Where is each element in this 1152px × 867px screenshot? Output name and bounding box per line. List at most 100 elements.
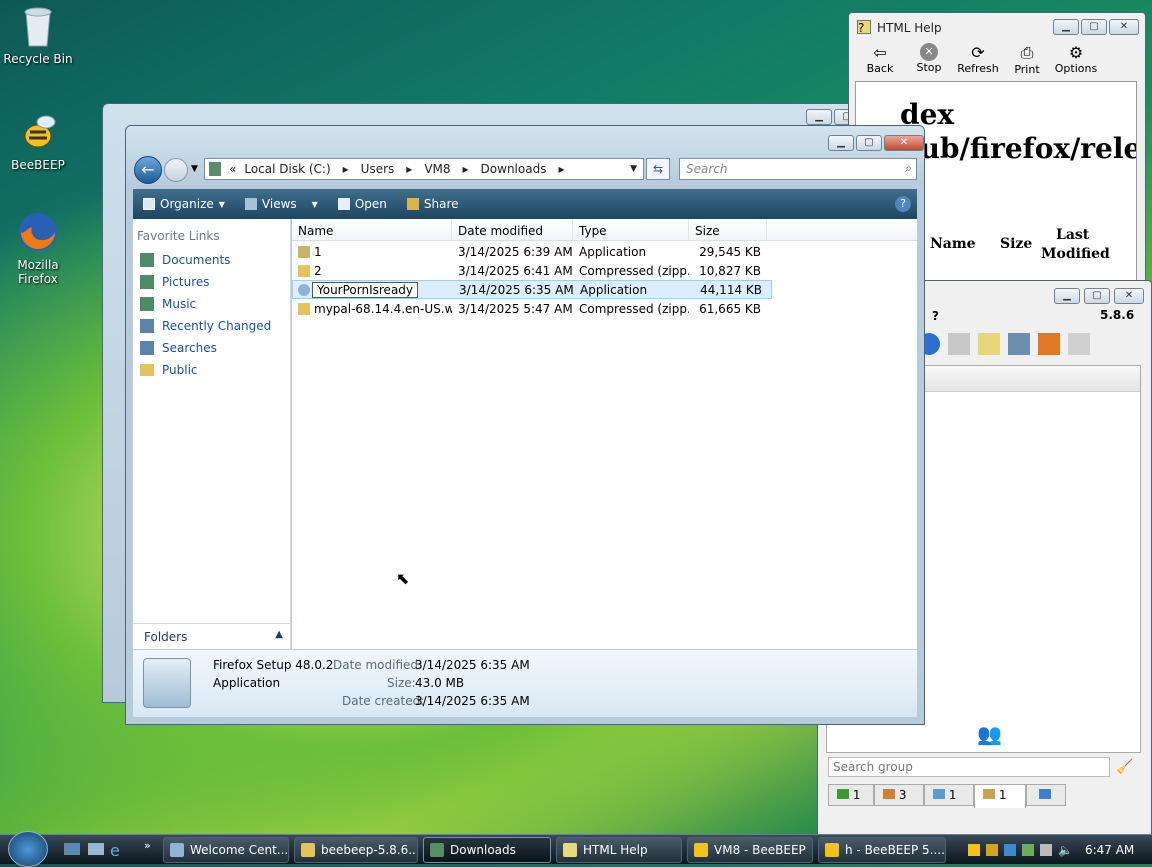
breadcrumb-separator-icon[interactable]: ▸: [406, 162, 412, 176]
close-button[interactable]: ✕: [1114, 288, 1144, 304]
address-bar[interactable]: « Local Disk (C:) ▸ Users ▸ VM8 ▸ Downloads…: [204, 158, 644, 180]
show-desktop-icon[interactable]: [64, 843, 80, 855]
nav-item-searches[interactable]: Searches: [133, 337, 290, 359]
forward-button[interactable]: [164, 158, 188, 182]
nav-item-pictures[interactable]: Pictures: [133, 271, 290, 293]
clock[interactable]: 6:47 AM: [1085, 843, 1134, 857]
tab-groups[interactable]: 1: [974, 784, 1026, 808]
desktop-icon-recycle-bin[interactable]: Recycle Bin: [0, 4, 78, 66]
print-button[interactable]: ⎙ Print: [1004, 43, 1050, 76]
mouse-cursor-icon: ⬉: [396, 569, 410, 588]
column-header-size[interactable]: Size: [689, 219, 767, 240]
start-button[interactable]: [8, 831, 48, 867]
ie-icon[interactable]: e: [110, 841, 120, 860]
breadcrumb-overflow-icon[interactable]: «: [229, 162, 236, 176]
desktop-icon-firefox[interactable]: Mozilla Firefox: [0, 210, 78, 286]
bee-icon: [825, 843, 839, 857]
help-icon[interactable]: ?: [895, 196, 911, 212]
welcome-center-icon: [170, 843, 184, 857]
breadcrumb-downloads[interactable]: Downloads: [481, 162, 547, 176]
help-button-label: Options: [1054, 62, 1098, 75]
maximize-button[interactable]: ▢: [1081, 19, 1107, 35]
share-button[interactable]: Share: [406, 197, 459, 211]
mail-icon[interactable]: [948, 333, 970, 355]
options-button[interactable]: ⚙ Options: [1053, 43, 1099, 75]
help-button-label: Back: [866, 62, 894, 75]
taskbar-item-welcome-center[interactable]: Welcome Cent...: [163, 837, 289, 863]
help-button-label: Refresh: [957, 62, 999, 75]
shield-icon[interactable]: [986, 844, 998, 856]
search-input[interactable]: Search ⌕: [679, 158, 917, 180]
folders-toggle[interactable]: Folders ▲: [133, 623, 291, 649]
taskbar-item-h-beebeep[interactable]: h - BeeBEEP 5....: [818, 837, 946, 863]
close-button[interactable]: ✕: [1109, 19, 1139, 35]
tab-network[interactable]: 1: [924, 784, 974, 806]
nav-item-public[interactable]: Public: [133, 359, 290, 381]
breadcrumb-users[interactable]: Users: [361, 162, 395, 176]
clear-search-icon[interactable]: 🧹: [1116, 759, 1133, 775]
minimize-button[interactable]: ▁: [806, 109, 832, 125]
breadcrumb-separator-icon[interactable]: ▸: [558, 162, 564, 176]
column-header-name[interactable]: Name: [292, 219, 452, 240]
search-icon[interactable]: ⌕: [905, 161, 912, 176]
maximize-button[interactable]: ▢: [856, 135, 882, 151]
maximize-button[interactable]: ▢: [1084, 288, 1110, 304]
update-tray-icon[interactable]: [1004, 844, 1016, 856]
views-button[interactable]: Views ▼: [244, 197, 318, 211]
help-menu[interactable]: ?: [932, 309, 939, 323]
breadcrumb-separator-icon[interactable]: ▸: [463, 162, 469, 176]
minimize-button[interactable]: ▁: [1054, 288, 1080, 304]
close-button[interactable]: ✕: [884, 135, 924, 151]
tab-users[interactable]: 3: [874, 784, 924, 806]
search-group-input[interactable]: Search group: [828, 757, 1110, 777]
rename-input[interactable]: YourPornIsready: [312, 281, 418, 298]
tab-files[interactable]: [1026, 784, 1066, 806]
network-tray-icon[interactable]: [1022, 844, 1034, 856]
nav-item-documents[interactable]: Documents: [133, 249, 290, 271]
file-row-selected[interactable]: YourPornIsready 3/14/2025 6:35 AM Applic…: [292, 280, 772, 299]
minimize-button[interactable]: ▁: [1053, 19, 1079, 35]
breadcrumb-vm8[interactable]: VM8: [424, 162, 450, 176]
taskbar-item-beebeep-folder[interactable]: beebeep-5.8.6....: [294, 837, 418, 863]
refresh-button[interactable]: ⟳ Refresh: [955, 43, 1001, 75]
minimize-button[interactable]: ▁: [828, 135, 854, 151]
edit-icon[interactable]: [978, 333, 1000, 355]
back-button[interactable]: ⇦ Back: [857, 43, 903, 75]
update-icon[interactable]: [1038, 333, 1060, 355]
nav-item-label: Music: [162, 297, 197, 311]
refresh-button[interactable]: ⇆: [646, 158, 670, 180]
nav-item-recently-changed[interactable]: Recently Changed: [133, 315, 290, 337]
tools-icon[interactable]: [1008, 333, 1030, 355]
back-button[interactable]: ←: [134, 156, 162, 184]
file-list[interactable]: Name Date modified Type Size 1 3/14/2025…: [292, 219, 917, 649]
tab-chats[interactable]: 1: [828, 784, 874, 806]
quick-launch-overflow-icon[interactable]: »: [144, 839, 151, 852]
taskbar-item-vm8-beebeep[interactable]: VM8 - BeeBEEP: [687, 837, 813, 863]
address-dropdown-icon[interactable]: ▼: [630, 164, 637, 174]
setup-package-icon: [143, 658, 191, 708]
power-tray-icon[interactable]: [1040, 844, 1052, 856]
column-header-type[interactable]: Type: [573, 219, 689, 240]
explorer-window[interactable]: ▁ ▢ ✕ ← ▼ « Local Disk (C:) ▸ Users ▸ VM8 ▸…: [125, 125, 925, 725]
details-size: 43.0 MB: [415, 676, 465, 690]
taskbar-item-downloads[interactable]: Downloads: [423, 837, 551, 863]
organize-button[interactable]: Organize ▼: [143, 197, 225, 211]
open-button[interactable]: Open: [337, 197, 387, 211]
breadcrumb-separator-icon[interactable]: ▸: [343, 162, 349, 176]
nav-item-music[interactable]: Music: [133, 293, 290, 315]
breadcrumb-local-disk[interactable]: Local Disk (C:): [244, 162, 330, 176]
switch-windows-icon[interactable]: [88, 843, 104, 855]
task-label: HTML Help: [583, 843, 648, 857]
column-header-date[interactable]: Date modified: [452, 219, 573, 240]
file-row[interactable]: 1 3/14/2025 6:39 AM Application 29,545 K…: [292, 242, 917, 261]
trash-icon[interactable]: [1068, 333, 1090, 355]
nav-item-label: Pictures: [162, 275, 210, 289]
recent-pages-chevron-icon[interactable]: ▼: [191, 164, 198, 174]
bee-tray-icon[interactable]: [968, 844, 980, 856]
file-row[interactable]: mypal-68.14.4.en-US.w... 3/14/2025 5:47 …: [292, 299, 917, 318]
taskbar-item-html-help[interactable]: HTML Help: [556, 837, 682, 863]
file-row[interactable]: 2 3/14/2025 6:41 AM Compressed (zipp... …: [292, 261, 917, 280]
desktop-icon-beebeep[interactable]: BeeBEEP: [0, 110, 78, 172]
volume-muted-icon[interactable]: 🔈: [1058, 843, 1073, 857]
stop-button[interactable]: ✕ Stop: [906, 43, 952, 74]
